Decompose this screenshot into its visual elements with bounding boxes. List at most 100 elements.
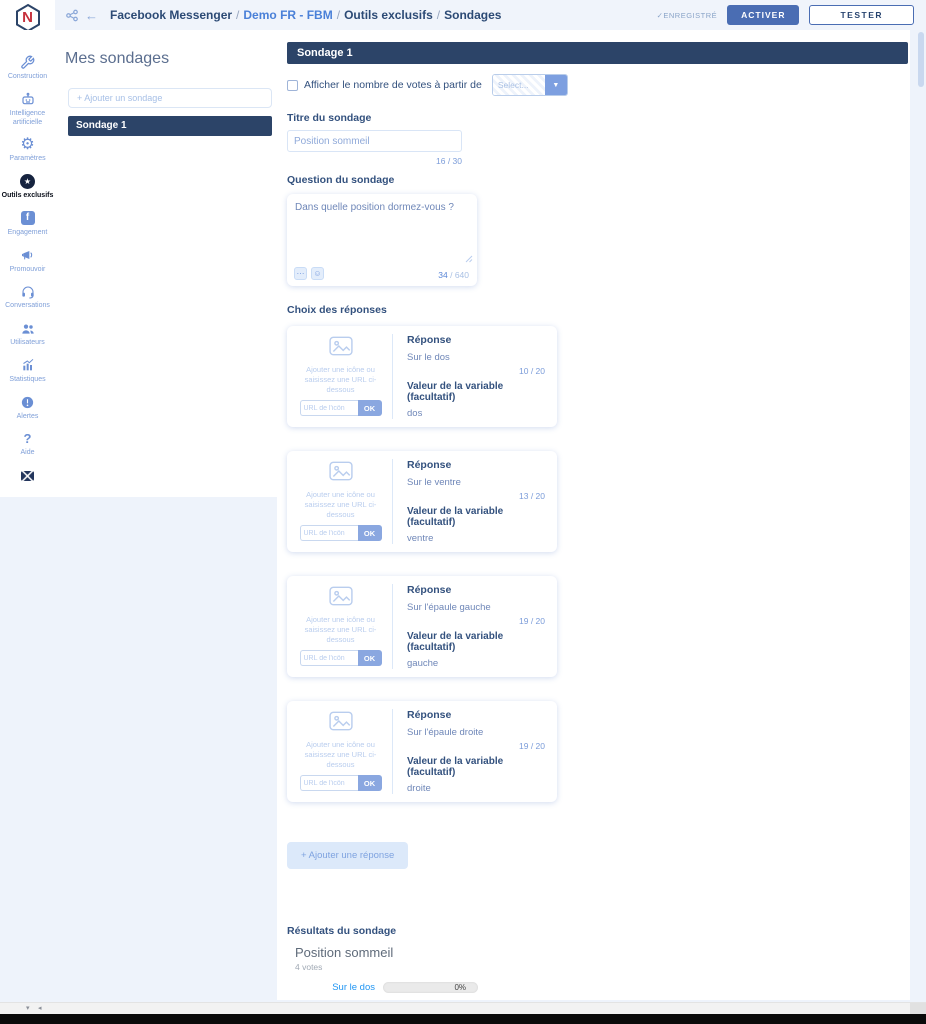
sidebar-item-utilisateurs[interactable]: Utilisateurs (0, 320, 55, 348)
poll-form: Sondage 1 Afficher le nombre de votes à … (287, 42, 908, 1024)
saved-status: ✓ENREGISTRÉ (657, 11, 718, 20)
answer-card: Ajouter une icône ou saisissez une URL c… (287, 701, 557, 802)
sidebar-nav: Construction Intelligence artificielle ⚙… (0, 30, 55, 497)
icon-url-input[interactable] (300, 650, 358, 666)
answer-counter: 19 / 20 (407, 616, 547, 626)
users-icon (20, 320, 36, 337)
breadcrumb-page: Sondages (444, 8, 501, 22)
robot-icon (20, 91, 36, 108)
sidebar-item-statistiques[interactable]: Statistiques (0, 357, 55, 385)
icon-url-input[interactable] (300, 525, 358, 541)
icon-url-ok-button[interactable]: OK (358, 775, 382, 791)
variable-label: Valeur de la variable (facultatif) (407, 506, 547, 528)
answer-text-input[interactable]: Sur le dos (407, 352, 547, 363)
answer-card: Ajouter une icône ou saisissez une URL c… (287, 326, 557, 427)
question-counter: 34 / 640 (438, 270, 469, 280)
reponse-label: Réponse (407, 709, 547, 721)
wrench-icon (20, 54, 35, 71)
answer-counter: 10 / 20 (407, 366, 547, 376)
sidebar-item-language[interactable] (0, 467, 55, 484)
answer-card: Ajouter une icône ou saisissez une URL c… (287, 576, 557, 677)
vertical-scrollbar-thumb[interactable] (918, 32, 924, 87)
breadcrumb-project[interactable]: Demo FR - FBM (243, 8, 332, 22)
facebook-icon: f (21, 210, 35, 227)
poll-list-item-sondage-1[interactable]: Sondage 1 (68, 116, 272, 136)
flow-share-icon[interactable] (65, 9, 79, 22)
image-placeholder-icon (329, 461, 353, 486)
title-counter: 16 / 30 (287, 156, 462, 166)
answer-counter: 13 / 20 (407, 491, 547, 501)
emoji-picker-icon[interactable]: ☺ (311, 267, 324, 280)
image-placeholder-icon (329, 336, 353, 361)
megaphone-icon (20, 247, 36, 264)
question-icon: ? (24, 430, 32, 447)
bottom-black-bar (0, 1014, 926, 1024)
bar-track: 0% (383, 982, 478, 993)
icon-url-ok-button[interactable]: OK (358, 650, 382, 666)
chevron-down-icon: ▼ (545, 75, 567, 95)
chart-title: Position sommeil (295, 945, 908, 960)
activate-button[interactable]: ACTIVER (727, 5, 799, 25)
show-votes-label: Afficher le nombre de votes à partir de (304, 79, 482, 91)
insert-variable-icon[interactable]: ⋯ (294, 267, 307, 280)
results-section-label: Résultats du sondage (287, 925, 908, 937)
sidebar-item-parametres[interactable]: ⚙ Paramètres (0, 136, 55, 164)
choices-label: Choix des réponses (287, 304, 908, 316)
reponse-label: Réponse (407, 334, 547, 346)
answer-text-input[interactable]: Sur le ventre (407, 477, 547, 488)
form-header: Sondage 1 (287, 42, 908, 64)
sidebar-item-conversations[interactable]: Conversations (0, 283, 55, 311)
bar-chart-icon (20, 357, 36, 374)
answer-text-input[interactable]: Sur l'épaule gauche (407, 602, 547, 613)
sidebar-item-promouvoir[interactable]: Promouvoir (0, 247, 55, 275)
horizontal-scrollbar[interactable]: ▾ ◂ (0, 1002, 926, 1014)
title-label: Titre du sondage (287, 112, 908, 124)
gear-icon: ⚙ (20, 136, 34, 153)
answer-text-input[interactable]: Sur l'épaule droite (407, 727, 547, 738)
variable-label: Valeur de la variable (facultatif) (407, 756, 547, 778)
bar-percent: 0% (454, 983, 466, 992)
votes-threshold-select[interactable]: Select... ▼ (492, 74, 568, 96)
breadcrumb-section[interactable]: Outils exclusifs (344, 8, 433, 22)
hexagon-logo-icon: N (13, 3, 43, 33)
sidebar-item-intelligence-artificielle[interactable]: Intelligence artificielle (0, 91, 55, 128)
show-votes-checkbox[interactable] (287, 80, 298, 91)
variable-value-input[interactable]: ventre (407, 533, 547, 544)
scroll-down-arrow-icon[interactable]: ▾ (26, 1004, 30, 1012)
poll-title-input[interactable] (287, 130, 462, 152)
resize-handle-icon[interactable] (465, 250, 473, 268)
image-placeholder-icon (329, 586, 353, 611)
sidebar-item-outils-exclusifs[interactable]: ★ Outils exclusifs (0, 173, 55, 201)
question-textarea[interactable]: Dans quelle position dormez-vous ? ⋯ ☺ 3… (287, 194, 477, 286)
image-placeholder-icon (329, 711, 353, 736)
answer-card: Ajouter une icône ou saisissez une URL c… (287, 451, 557, 552)
bar-label[interactable]: Sur le dos (295, 982, 375, 993)
variable-value-input[interactable]: dos (407, 408, 547, 419)
add-answer-button[interactable]: + Ajouter une réponse (287, 842, 408, 869)
reponse-label: Réponse (407, 584, 547, 596)
variable-value-input[interactable]: droite (407, 783, 547, 794)
alert-icon (20, 394, 35, 411)
sidebar-item-engagement[interactable]: f Engagement (0, 210, 55, 238)
sidebar-item-aide[interactable]: ? Aide (0, 430, 55, 458)
breadcrumb-bot[interactable]: Facebook Messenger (110, 8, 232, 22)
logo-letter: N (13, 9, 43, 26)
back-arrow-icon[interactable]: ← (85, 8, 98, 23)
scroll-left-arrow-icon[interactable]: ◂ (38, 1004, 42, 1012)
reponse-label: Réponse (407, 459, 547, 471)
test-button[interactable]: TESTER (809, 5, 914, 25)
icon-url-ok-button[interactable]: OK (358, 525, 382, 541)
sidebar-item-alertes[interactable]: Alertes (0, 394, 55, 422)
star-badge-icon: ★ (20, 173, 35, 190)
add-poll-button[interactable]: + Ajouter un sondage (68, 88, 272, 108)
variable-label: Valeur de la variable (facultatif) (407, 631, 547, 653)
variable-value-input[interactable]: gauche (407, 658, 547, 669)
icon-url-input[interactable] (300, 775, 358, 791)
language-flag-icon (21, 467, 34, 484)
sidebar-item-construction[interactable]: Construction (0, 54, 55, 82)
icon-url-ok-button[interactable]: OK (358, 400, 382, 416)
answer-counter: 19 / 20 (407, 741, 547, 751)
icon-url-input[interactable] (300, 400, 358, 416)
polls-panel-title: Mes sondages (65, 50, 169, 68)
chart-votes-count: 4 votes (295, 962, 908, 972)
